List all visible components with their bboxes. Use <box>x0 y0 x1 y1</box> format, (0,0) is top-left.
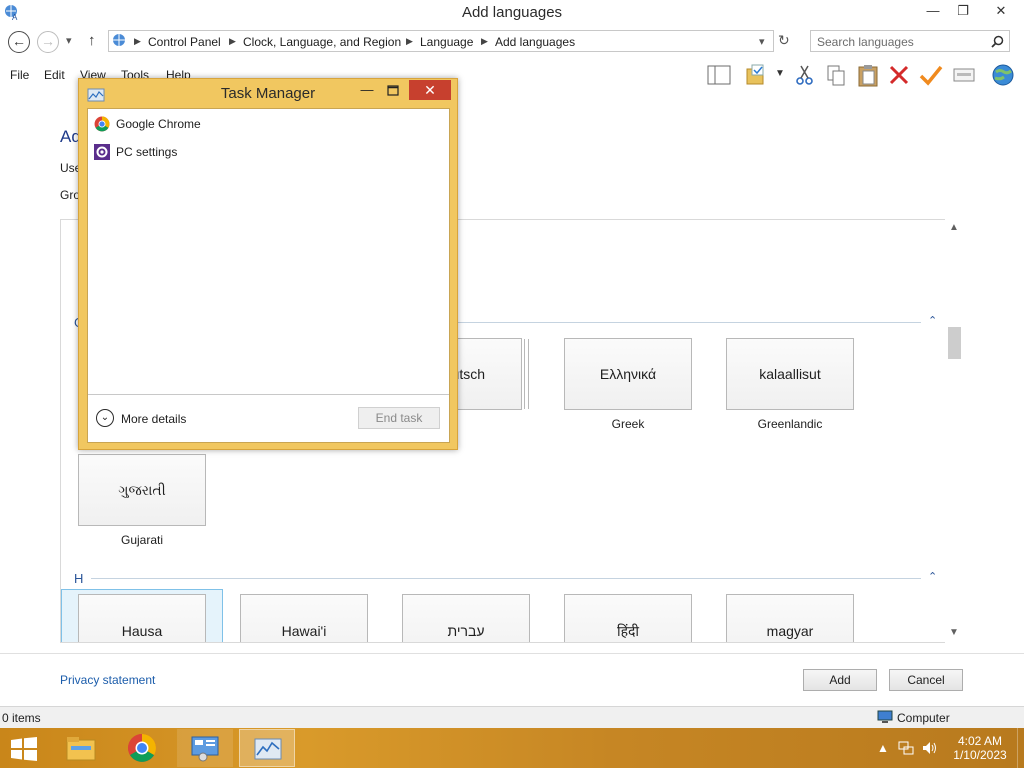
start-button[interactable] <box>10 737 38 761</box>
taskbar-google-chrome[interactable] <box>115 729 171 767</box>
taskbar-control-panel[interactable] <box>177 729 233 767</box>
control-panel-icon <box>113 34 125 46</box>
copy-icon[interactable] <box>823 62 849 88</box>
close-button[interactable]: ✕ <box>978 0 1024 22</box>
show-desktop-button[interactable] <box>1017 728 1024 768</box>
dialog-footer: Privacy statement Add Cancel <box>0 653 1024 705</box>
address-bar: ← → ▾ ↑ ▶ Control Panel ▶ Clock, Languag… <box>0 26 1024 58</box>
language-tile-hebrew[interactable]: עברית <box>402 594 530 642</box>
task-manager-process-list: Google Chrome PC settings ⌄ More details… <box>87 108 450 443</box>
menu-file[interactable]: File <box>10 68 29 82</box>
collapse-group-h-button[interactable]: ⌃ <box>928 570 937 583</box>
delete-icon[interactable] <box>886 62 912 88</box>
cancel-button[interactable]: Cancel <box>889 669 963 691</box>
vertical-scrollbar[interactable]: ▲ ▼ <box>945 219 964 643</box>
collapse-group-g-button[interactable]: ⌃ <box>928 314 937 327</box>
forward-button[interactable]: → <box>37 31 59 53</box>
more-details-button[interactable]: ⌄ More details <box>96 409 206 429</box>
task-manager-window: Task Manager — ✕ Google Chrome PC settin… <box>78 78 458 450</box>
paste-icon[interactable] <box>855 62 881 88</box>
globe-icon[interactable] <box>990 62 1016 88</box>
recent-locations-dropdown[interactable]: ▾ <box>66 34 72 47</box>
minimize-button[interactable]: — <box>918 0 948 22</box>
task-manager-icon <box>254 738 282 760</box>
breadcrumb-add-languages[interactable]: Add languages <box>495 35 575 49</box>
folder-options-icon[interactable] <box>744 62 770 88</box>
back-button[interactable]: ← <box>8 31 30 53</box>
breadcrumb-separator[interactable]: ▶ <box>134 36 141 47</box>
language-tile-greenlandic[interactable]: kalaallisut <box>726 338 854 410</box>
status-bar: 0 items Computer <box>0 706 1024 728</box>
volume-icon[interactable] <box>921 740 939 756</box>
search-input[interactable]: Search languages <box>810 30 1010 52</box>
language-tile-hindi[interactable]: हिंदी <box>564 594 692 642</box>
taskbar-task-manager[interactable] <box>239 729 295 767</box>
grouping-text: Gro <box>60 188 81 202</box>
item-count: 0 items <box>2 711 41 725</box>
breadcrumb-control-panel[interactable]: Control Panel <box>148 35 221 49</box>
folder-options-dropdown[interactable]: ▼ <box>775 68 785 79</box>
system-clock[interactable]: 4:02 AM 1/10/2023 <box>948 734 1012 762</box>
language-caption-greenlandic: Greenlandic <box>757 417 823 431</box>
restore-button[interactable]: ❐ <box>948 0 978 22</box>
language-tile-greek[interactable]: Ελληνικά <box>564 338 692 410</box>
breadcrumb-separator[interactable]: ▶ <box>229 36 236 47</box>
maximize-icon <box>387 85 399 96</box>
process-name: Google Chrome <box>116 117 201 131</box>
language-tile-hawaiian[interactable]: Hawai'i <box>240 594 368 642</box>
language-tile-hungarian[interactable]: magyar <box>726 594 854 642</box>
layout-pane-icon[interactable] <box>706 62 732 88</box>
taskbar: ▲ 4:02 AM 1/10/2023 <box>0 728 1024 768</box>
refresh-button[interactable]: ↻ <box>778 32 790 49</box>
scroll-down-arrow[interactable]: ▼ <box>949 627 959 638</box>
chrome-icon <box>128 734 156 762</box>
scroll-up-arrow[interactable]: ▲ <box>949 222 959 233</box>
clock-date: 1/10/2023 <box>953 748 1007 762</box>
group-divider <box>91 578 921 579</box>
group-header-h[interactable]: H <box>74 571 83 586</box>
end-task-button[interactable]: End task <box>358 407 440 429</box>
address-dropdown[interactable]: ▾ <box>759 35 765 48</box>
privacy-statement-link[interactable]: Privacy statement <box>60 673 155 687</box>
chevron-down-icon: ⌄ <box>96 409 114 427</box>
language-caption-gujarati: Gujarati <box>120 533 164 547</box>
network-icon[interactable] <box>898 740 914 756</box>
file-explorer-icon <box>66 737 96 761</box>
breadcrumb-clock-language-region[interactable]: Clock, Language, and Region <box>243 35 401 49</box>
search-placeholder: Search languages <box>817 35 914 49</box>
more-details-label: More details <box>121 412 187 426</box>
pc-settings-icon <box>94 144 110 160</box>
taskbar-file-explorer[interactable] <box>53 729 109 767</box>
show-hidden-icons-button[interactable]: ▲ <box>877 741 889 755</box>
window-title: Add languages <box>461 4 563 21</box>
cut-icon[interactable] <box>792 62 818 88</box>
control-panel-icon <box>191 736 219 762</box>
breadcrumb-separator[interactable]: ▶ <box>406 36 413 47</box>
add-button[interactable]: Add <box>803 669 877 691</box>
task-manager-minimize-button[interactable]: — <box>356 81 378 101</box>
up-button[interactable]: ↑ <box>88 32 96 49</box>
window-titlebar: A Add languages — ❐ ✕ <box>0 0 1024 26</box>
address-field[interactable]: ▶ Control Panel ▶ Clock, Language, and R… <box>108 30 774 52</box>
computer-icon <box>877 710 893 723</box>
breadcrumb-separator[interactable]: ▶ <box>481 36 488 47</box>
task-manager-close-button[interactable]: ✕ <box>409 80 451 100</box>
language-tile-hausa[interactable]: Hausa <box>78 594 206 642</box>
process-name: PC settings <box>116 145 178 159</box>
search-icon[interactable] <box>991 35 1004 48</box>
language-tile-gujarati[interactable]: ગુજરાતી <box>78 454 206 526</box>
language-caption-greek: Greek <box>611 417 645 431</box>
clock-time: 4:02 AM <box>957 734 1003 748</box>
process-row-pc-settings[interactable]: PC settings <box>94 142 434 162</box>
task-manager-footer: ⌄ More details End task <box>88 394 449 442</box>
location-label: Computer <box>897 711 950 725</box>
menu-edit[interactable]: Edit <box>44 68 65 82</box>
chrome-icon <box>94 116 110 132</box>
scrollbar-thumb[interactable] <box>948 327 961 359</box>
checkmark-icon[interactable] <box>918 62 944 88</box>
task-manager-maximize-button[interactable] <box>382 81 404 101</box>
process-row-google-chrome[interactable]: Google Chrome <box>94 114 434 134</box>
breadcrumb-language[interactable]: Language <box>420 35 473 49</box>
properties-icon[interactable] <box>951 62 977 88</box>
